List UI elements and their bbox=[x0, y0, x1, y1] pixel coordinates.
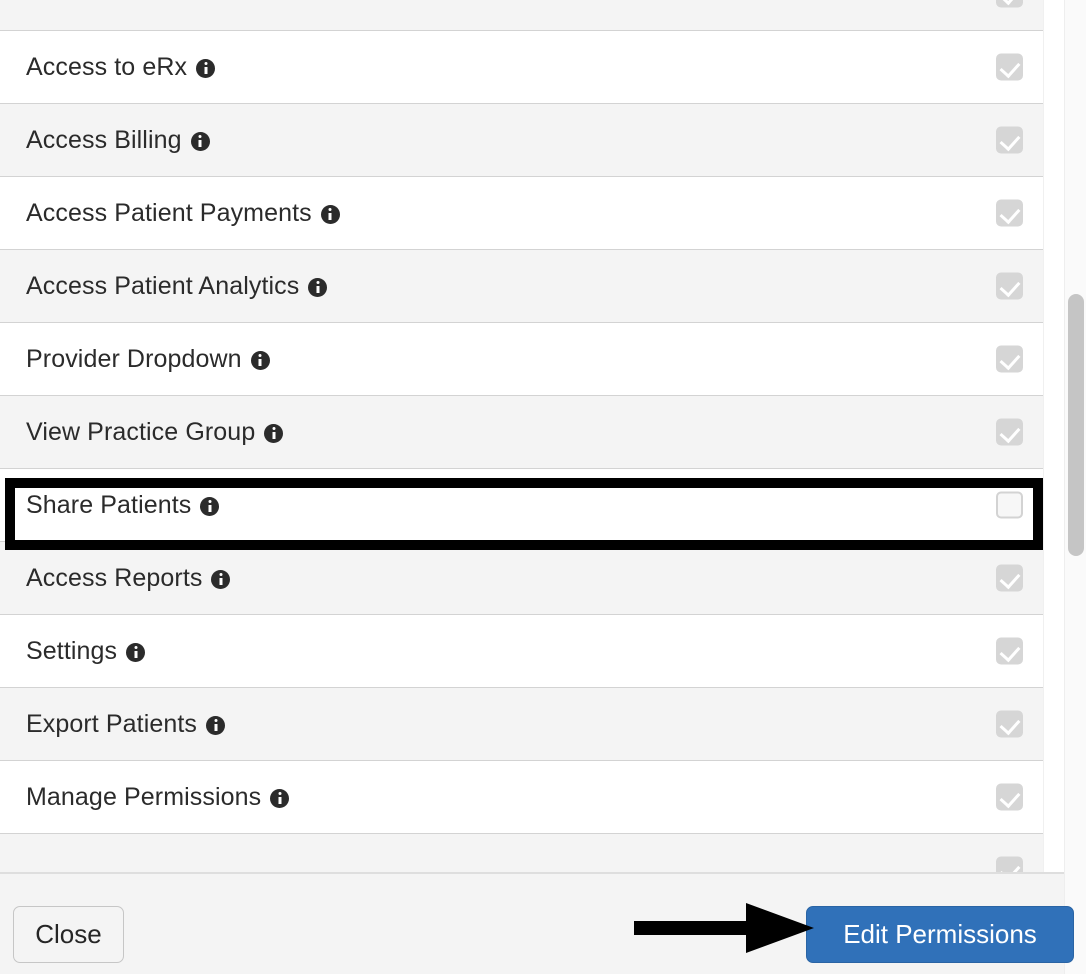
permission-row[interactable]: Provider Dropdown bbox=[0, 322, 1043, 396]
permission-label-text: Manage Permissions bbox=[26, 782, 262, 811]
info-icon[interactable] bbox=[126, 642, 146, 662]
permission-label: Provider Dropdown bbox=[0, 344, 270, 373]
permission-checkbox-unchecked[interactable] bbox=[996, 491, 1023, 519]
permission-label-text: Share Patients bbox=[26, 490, 192, 519]
permission-row[interactable]: Manage Permissions bbox=[0, 760, 1043, 834]
info-icon[interactable] bbox=[196, 58, 216, 78]
permissions-list-container[interactable]: Access to eRx Access Billing Access Patien… bbox=[0, 0, 1043, 872]
permission-row[interactable] bbox=[0, 833, 1043, 872]
permission-row[interactable]: Share Patients bbox=[0, 468, 1043, 542]
permission-row[interactable]: Settings bbox=[0, 614, 1043, 688]
permission-checkbox-checked[interactable] bbox=[996, 856, 1023, 872]
modal-footer: Close Edit Permissions bbox=[0, 872, 1086, 974]
permission-label-text: Access Reports bbox=[26, 563, 203, 592]
permission-row[interactable]: Export Patients bbox=[0, 687, 1043, 761]
permission-label-text: Access to eRx bbox=[26, 52, 188, 81]
info-icon[interactable] bbox=[320, 204, 340, 224]
info-icon[interactable] bbox=[264, 423, 284, 443]
permission-checkbox-checked[interactable] bbox=[996, 783, 1023, 811]
permission-label: Share Patients bbox=[0, 490, 220, 519]
modal-gutter bbox=[1043, 0, 1064, 872]
permission-row[interactable] bbox=[0, 0, 1043, 31]
info-icon[interactable] bbox=[211, 569, 231, 589]
permission-checkbox-checked[interactable] bbox=[996, 418, 1023, 446]
permission-checkbox-checked[interactable] bbox=[996, 710, 1023, 738]
permission-label: Access Patient Payments bbox=[0, 198, 340, 227]
permission-row[interactable]: Access Reports bbox=[0, 541, 1043, 615]
permission-checkbox-checked[interactable] bbox=[996, 0, 1023, 8]
permission-label-text: Provider Dropdown bbox=[26, 344, 242, 373]
info-icon[interactable] bbox=[190, 131, 210, 151]
info-icon[interactable] bbox=[250, 350, 270, 370]
permission-checkbox-checked[interactable] bbox=[996, 637, 1023, 665]
permission-label: Access Billing bbox=[0, 125, 210, 154]
permission-label: Settings bbox=[0, 636, 146, 665]
permissions-list: Access to eRx Access Billing Access Patien… bbox=[0, 0, 1043, 872]
close-button[interactable]: Close bbox=[13, 906, 124, 963]
info-icon[interactable] bbox=[308, 277, 328, 297]
permission-row[interactable]: Access Patient Analytics bbox=[0, 249, 1043, 323]
permissions-modal: Access to eRx Access Billing Access Patien… bbox=[0, 0, 1086, 974]
info-icon[interactable] bbox=[200, 496, 220, 516]
permission-label: Export Patients bbox=[0, 709, 226, 738]
permission-label-text: Access Billing bbox=[26, 125, 182, 154]
permission-label: Manage Permissions bbox=[0, 782, 290, 811]
permission-label-text: Access Patient Analytics bbox=[26, 271, 300, 300]
permission-label: Access to eRx bbox=[0, 52, 216, 81]
permission-row[interactable]: Access Patient Payments bbox=[0, 176, 1043, 250]
permission-checkbox-checked[interactable] bbox=[996, 345, 1023, 373]
permission-checkbox-checked[interactable] bbox=[996, 272, 1023, 300]
info-icon[interactable] bbox=[270, 788, 290, 808]
window-scrollbar[interactable] bbox=[1064, 0, 1086, 974]
permission-checkbox-checked[interactable] bbox=[996, 199, 1023, 227]
info-icon[interactable] bbox=[206, 715, 226, 735]
permission-label: Access Patient Analytics bbox=[0, 271, 328, 300]
permission-checkbox-checked[interactable] bbox=[996, 53, 1023, 81]
permission-checkbox-checked[interactable] bbox=[996, 126, 1023, 154]
permission-label: Access Reports bbox=[0, 563, 231, 592]
permission-label: View Practice Group bbox=[0, 417, 284, 446]
permission-label-text: Access Patient Payments bbox=[26, 198, 312, 227]
window-scrollbar-thumb[interactable] bbox=[1068, 294, 1084, 556]
permission-row[interactable]: Access to eRx bbox=[0, 30, 1043, 104]
permission-checkbox-checked[interactable] bbox=[996, 564, 1023, 592]
permission-label-text: View Practice Group bbox=[26, 417, 256, 446]
permission-row[interactable]: Access Billing bbox=[0, 103, 1043, 177]
edit-permissions-button[interactable]: Edit Permissions bbox=[806, 906, 1074, 963]
permission-label-text: Settings bbox=[26, 636, 118, 665]
permission-label-text: Export Patients bbox=[26, 709, 198, 738]
permission-row[interactable]: View Practice Group bbox=[0, 395, 1043, 469]
